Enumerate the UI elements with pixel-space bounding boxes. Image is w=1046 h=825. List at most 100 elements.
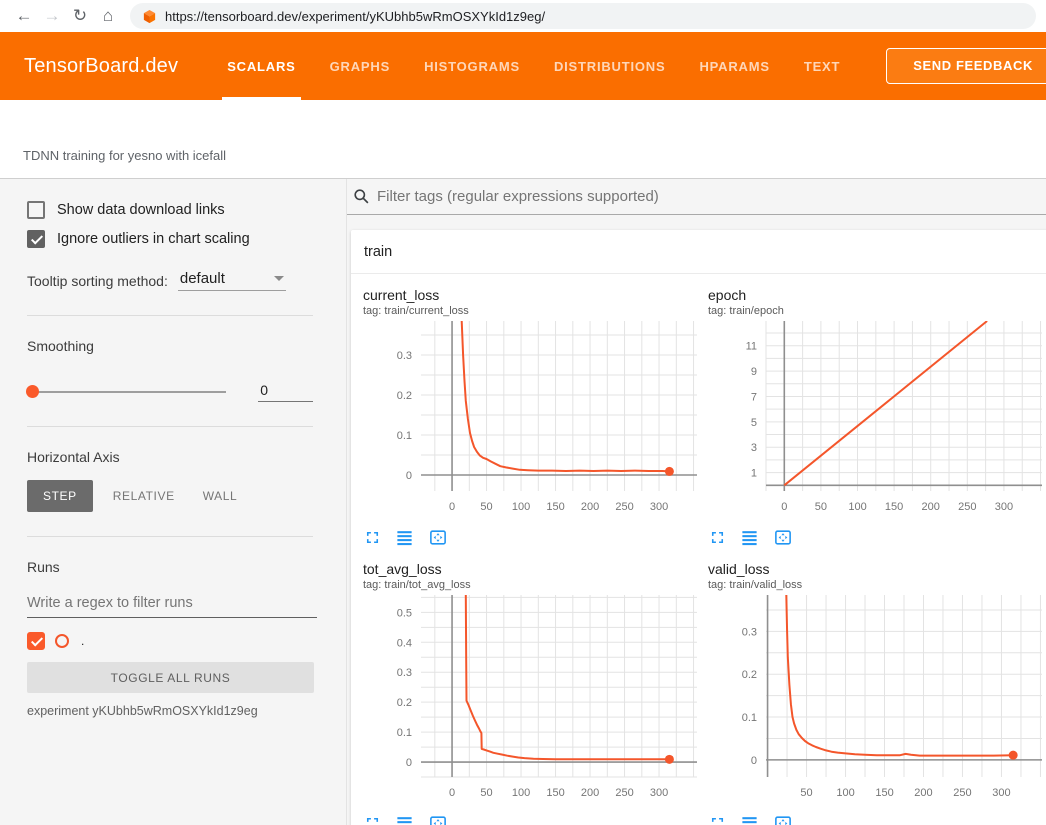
- fit-domain-icon[interactable]: [427, 528, 449, 547]
- show-download-links-row[interactable]: Show data download links: [27, 201, 313, 219]
- svg-text:0: 0: [751, 755, 757, 767]
- ignore-outliers-row[interactable]: Ignore outliers in chart scaling: [27, 230, 313, 248]
- send-feedback-button[interactable]: SEND FEEDBACK: [886, 48, 1046, 84]
- svg-text:150: 150: [546, 787, 564, 799]
- svg-text:0.5: 0.5: [397, 607, 412, 619]
- svg-text:0: 0: [449, 501, 455, 513]
- axis-wall-button[interactable]: WALL: [189, 480, 252, 512]
- general-settings-section: Show data download links Ignore outliers…: [27, 179, 313, 315]
- horizontal-axis-section: Horizontal Axis STEP RELATIVE WALL: [27, 426, 313, 536]
- dashboard-main: train current_loss tag: train/current_lo…: [347, 179, 1046, 825]
- chart-title: tot_avg_loss: [363, 561, 700, 577]
- home-icon[interactable]: ⌂: [94, 6, 122, 26]
- expand-chart-icon[interactable]: [708, 528, 727, 547]
- epoch-chart[interactable]: 0501001502002503001357911: [708, 319, 1045, 519]
- svg-text:100: 100: [512, 501, 530, 513]
- show-download-links-label: Show data download links: [57, 202, 225, 218]
- horizontal-axis-label: Horizontal Axis: [27, 449, 313, 465]
- chart-title: valid_loss: [708, 561, 1045, 577]
- svg-text:250: 250: [615, 501, 633, 513]
- tab-graphs[interactable]: GRAPHS: [313, 32, 407, 100]
- svg-text:0.2: 0.2: [742, 669, 757, 681]
- fit-domain-icon[interactable]: [427, 814, 449, 825]
- url-text[interactable]: https://tensorboard.dev/experiment/yKUbh…: [165, 9, 545, 24]
- tensorboard-favicon: [142, 9, 157, 24]
- train-group-label: train: [364, 244, 392, 260]
- svg-text:100: 100: [848, 501, 866, 513]
- expand-chart-icon[interactable]: [363, 528, 382, 547]
- smoothing-slider-thumb[interactable]: [26, 385, 39, 398]
- svg-text:200: 200: [581, 787, 599, 799]
- address-bar[interactable]: https://tensorboard.dev/experiment/yKUbh…: [130, 3, 1036, 29]
- chevron-down-icon: [274, 276, 284, 281]
- svg-text:0.1: 0.1: [397, 727, 412, 739]
- expand-chart-icon[interactable]: [708, 814, 727, 825]
- svg-text:0: 0: [449, 787, 455, 799]
- runs-selector-icon[interactable]: [740, 528, 759, 547]
- svg-text:300: 300: [992, 787, 1010, 799]
- run-item-row[interactable]: .: [27, 632, 313, 650]
- train-group-card: train current_loss tag: train/current_lo…: [351, 230, 1046, 825]
- tag-filter-row: [347, 179, 1046, 215]
- tab-hparams[interactable]: HPARAMS: [682, 32, 786, 100]
- forward-icon[interactable]: →: [38, 6, 66, 26]
- experiment-title: TDNN training for yesno with icefall: [23, 148, 226, 163]
- brand-title: TensorBoard.dev: [24, 55, 178, 78]
- tot-avg-loss-chart[interactable]: 05010015020025030000.10.20.30.40.5: [363, 593, 700, 805]
- tab-scalars[interactable]: SCALARS: [210, 32, 312, 100]
- svg-text:9: 9: [751, 366, 757, 378]
- top-nav: SCALARS GRAPHS HISTOGRAMS DISTRIBUTIONS …: [210, 32, 857, 100]
- run-checkbox[interactable]: [27, 632, 45, 650]
- runs-regex-input[interactable]: [27, 591, 317, 618]
- ignore-outliers-checkbox[interactable]: [27, 230, 45, 248]
- svg-text:50: 50: [480, 787, 492, 799]
- ignore-outliers-label: Ignore outliers in chart scaling: [57, 231, 250, 247]
- runs-selector-icon[interactable]: [395, 528, 414, 547]
- tooltip-sorting-select[interactable]: default: [178, 270, 286, 291]
- svg-text:250: 250: [958, 501, 976, 513]
- svg-text:150: 150: [875, 787, 893, 799]
- tab-histograms[interactable]: HISTOGRAMS: [407, 32, 537, 100]
- svg-text:250: 250: [953, 787, 971, 799]
- valid-loss-chart[interactable]: 5010015020025030000.10.20.3: [708, 593, 1045, 805]
- reload-icon[interactable]: ↻: [66, 6, 94, 26]
- chart-tag: tag: train/epoch: [708, 305, 1045, 317]
- run-color-swatch: [55, 634, 69, 648]
- toggle-all-runs-button[interactable]: TOGGLE ALL RUNS: [27, 662, 314, 693]
- back-icon[interactable]: ←: [10, 6, 38, 26]
- browser-chrome: ← → ↻ ⌂ https://tensorboard.dev/experime…: [0, 0, 1046, 32]
- runs-label: Runs: [27, 559, 313, 575]
- current-loss-chart[interactable]: 05010015020025030000.10.20.3: [363, 319, 700, 519]
- svg-text:3: 3: [751, 442, 757, 454]
- chart-tile-epoch: epoch tag: train/epoch 05010015020025030…: [708, 287, 1045, 547]
- tab-distributions[interactable]: DISTRIBUTIONS: [537, 32, 683, 100]
- chart-tag: tag: train/current_loss: [363, 305, 700, 317]
- tooltip-sorting-label: Tooltip sorting method:: [27, 273, 168, 291]
- expand-chart-icon[interactable]: [363, 814, 382, 825]
- svg-text:300: 300: [995, 501, 1013, 513]
- tooltip-sorting-row: Tooltip sorting method: default: [27, 270, 313, 291]
- svg-text:150: 150: [546, 501, 564, 513]
- smoothing-slider[interactable]: [27, 391, 226, 393]
- show-download-links-checkbox[interactable]: [27, 201, 45, 219]
- chart-tile-tot-avg-loss: tot_avg_loss tag: train/tot_avg_loss 050…: [363, 561, 700, 825]
- fit-domain-icon[interactable]: [772, 814, 794, 825]
- chart-tag: tag: train/valid_loss: [708, 579, 1045, 591]
- svg-text:0: 0: [406, 757, 412, 769]
- axis-step-button[interactable]: STEP: [27, 480, 93, 512]
- runs-selector-icon[interactable]: [395, 814, 414, 825]
- svg-text:5: 5: [751, 417, 757, 429]
- svg-text:50: 50: [480, 501, 492, 513]
- tag-filter-input[interactable]: [377, 188, 1046, 205]
- runs-selector-icon[interactable]: [740, 814, 759, 825]
- svg-text:0.3: 0.3: [397, 667, 412, 679]
- axis-relative-button[interactable]: RELATIVE: [99, 480, 189, 512]
- train-group-header[interactable]: train: [351, 230, 1046, 274]
- svg-text:150: 150: [885, 501, 903, 513]
- smoothing-value[interactable]: 0: [258, 382, 313, 402]
- tab-text[interactable]: TEXT: [787, 32, 857, 100]
- svg-text:1: 1: [751, 468, 757, 480]
- svg-text:0.2: 0.2: [397, 390, 412, 402]
- smoothing-label: Smoothing: [27, 338, 313, 354]
- fit-domain-icon[interactable]: [772, 528, 794, 547]
